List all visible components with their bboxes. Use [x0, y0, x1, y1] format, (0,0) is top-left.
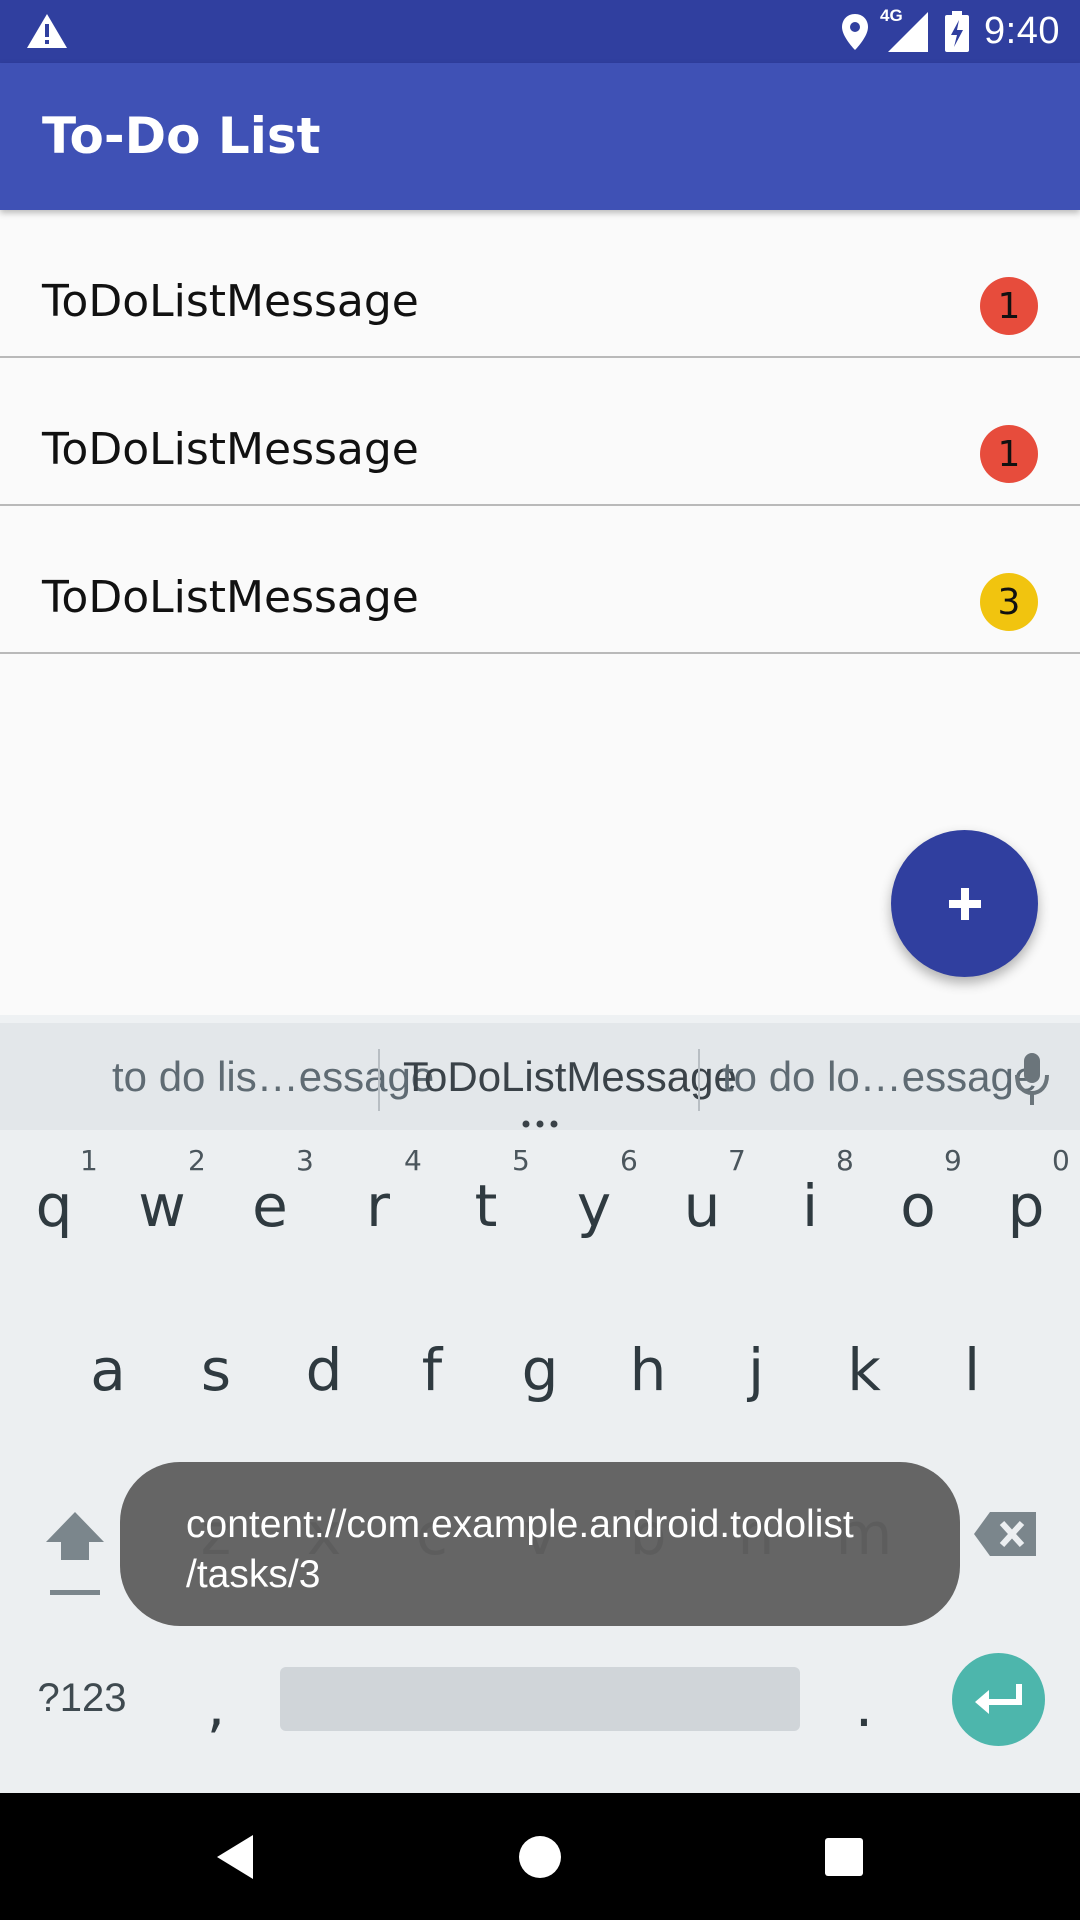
task-item[interactable]: ToDoListMessage 1 [0, 358, 1080, 506]
task-list: ToDoListMessage 1 ToDoListMessage 1 ToDo… [0, 210, 1080, 654]
key-hint-r: 4 [404, 1144, 422, 1177]
microphone-icon[interactable] [1012, 1051, 1052, 1107]
clock: 9:40 [984, 10, 1060, 52]
backspace-icon[interactable] [972, 1510, 1038, 1558]
suggestion-left[interactable]: to do lis…essage [112, 1053, 434, 1101]
suggestion-center[interactable]: ToDoListMessage [403, 1053, 737, 1101]
key-p[interactable]: p [986, 1172, 1066, 1240]
key-hint-p: 0 [1052, 1144, 1070, 1177]
recents-button[interactable] [784, 1793, 904, 1920]
suggestion-divider [698, 1049, 700, 1111]
app-title: To-Do List [42, 107, 321, 165]
priority-badge: 1 [980, 277, 1038, 335]
back-button[interactable] [175, 1793, 295, 1920]
toast-line-1: content://com.example.android.todolist [186, 1503, 854, 1546]
period-key[interactable]: . [824, 1672, 904, 1740]
key-e[interactable]: e [230, 1172, 310, 1240]
key-w[interactable]: w [122, 1172, 202, 1240]
task-message: ToDoListMessage [42, 276, 419, 327]
task-item[interactable]: ToDoListMessage 3 [0, 506, 1080, 654]
recents-icon [825, 1837, 863, 1876]
home-icon [519, 1835, 561, 1878]
add-task-button[interactable] [891, 830, 1038, 977]
priority-badge: 3 [980, 573, 1038, 631]
key-i[interactable]: i [770, 1172, 850, 1240]
back-icon [217, 1834, 253, 1879]
plus-icon [948, 887, 981, 920]
toast-message: content://com.example.android.todolist /… [120, 1462, 960, 1626]
home-button[interactable] [480, 1793, 600, 1920]
shift-icon[interactable] [44, 1510, 106, 1596]
suggestion-right[interactable]: to do lo…essage [722, 1053, 1037, 1101]
navigation-bar [0, 1793, 1080, 1920]
key-d[interactable]: d [284, 1336, 364, 1404]
key-j[interactable]: j [716, 1336, 796, 1404]
suggestion-strip: to do lis…essage ToDoListMessage to do l… [0, 1023, 1080, 1130]
enter-icon [974, 1683, 1022, 1714]
key-hint-t: 5 [512, 1144, 530, 1177]
key-hint-e: 3 [296, 1144, 314, 1177]
toast-line-2: /tasks/3 [186, 1553, 321, 1596]
key-y[interactable]: y [554, 1172, 634, 1240]
key-k[interactable]: k [824, 1336, 904, 1404]
network-type-label: 4G [880, 5, 903, 25]
key-s[interactable]: s [176, 1336, 256, 1404]
task-message: ToDoListMessage [42, 424, 419, 475]
app-bar: To-Do List [0, 63, 1080, 210]
key-t[interactable]: t [446, 1172, 526, 1240]
comma-key[interactable]: , [176, 1672, 256, 1740]
key-q[interactable]: q [14, 1172, 94, 1240]
more-suggestions-icon[interactable] [520, 1115, 560, 1128]
key-hint-y: 6 [620, 1144, 638, 1177]
status-bar: 4G 9:40 [0, 0, 1080, 63]
key-a[interactable]: a [68, 1336, 148, 1404]
key-o[interactable]: o [878, 1172, 958, 1240]
key-u[interactable]: u [662, 1172, 742, 1240]
key-r[interactable]: r [338, 1172, 418, 1240]
task-item[interactable]: ToDoListMessage 1 [0, 210, 1080, 358]
key-f[interactable]: f [392, 1336, 472, 1404]
key-hint-q: 1 [80, 1144, 98, 1177]
key-l[interactable]: l [932, 1336, 1012, 1404]
location-icon [842, 13, 869, 50]
task-message: ToDoListMessage [42, 572, 419, 623]
suggestion-divider [378, 1049, 380, 1111]
key-h[interactable]: h [608, 1336, 688, 1404]
key-hint-o: 9 [944, 1144, 962, 1177]
space-bar[interactable] [280, 1667, 800, 1731]
priority-badge: 1 [980, 425, 1038, 483]
symbols-key[interactable]: ?123 [32, 1676, 132, 1721]
key-hint-w: 2 [188, 1144, 206, 1177]
key-hint-i: 8 [836, 1144, 854, 1177]
key-hint-u: 7 [728, 1144, 746, 1177]
warning-icon [27, 14, 67, 48]
battery-charging-icon [945, 10, 970, 52]
enter-key[interactable] [952, 1653, 1045, 1746]
key-g[interactable]: g [500, 1336, 580, 1404]
signal-icon: 4G [880, 6, 930, 54]
